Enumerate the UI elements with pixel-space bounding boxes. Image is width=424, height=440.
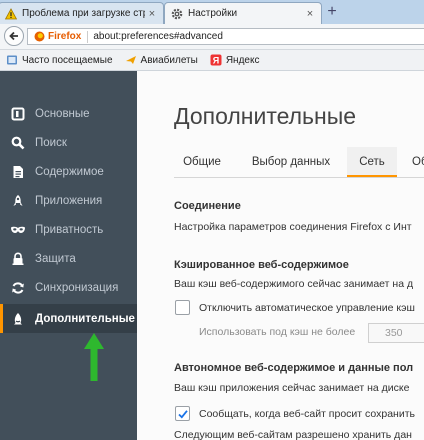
sidebar-item-sync[interactable]: Синхронизация [0, 273, 137, 302]
sidebar-item-label: Поиск [35, 136, 67, 149]
connection-heading: Соединение [174, 200, 241, 212]
sidebar-item-label: Дополнительные [35, 312, 135, 325]
cache-limit-label: Использовать под кэш не более [199, 326, 356, 338]
bookmark-folder-icon [6, 54, 18, 66]
url-text: about:preferences#advanced [93, 31, 223, 42]
search-icon [10, 135, 26, 151]
close-tab-icon[interactable]: × [147, 8, 157, 20]
connection-description: Настройка параметров соединения Firefox … [174, 221, 412, 233]
sidebar-item-content[interactable]: Содержимое [0, 157, 137, 186]
tab-general[interactable]: Общие [174, 147, 230, 177]
cache-size-input[interactable]: 350 [368, 323, 424, 343]
advanced-tabs: Общие Выбор данных Сеть Об [174, 147, 424, 178]
airplane-icon [125, 54, 137, 66]
offline-description: Ваш кэш приложения сейчас занимает на ди… [174, 382, 410, 394]
sidebar-item-privacy[interactable]: Приватность [0, 215, 137, 244]
sidebar-item-applications[interactable]: Приложения [0, 186, 137, 215]
back-arrow-icon [9, 31, 18, 41]
sidebar-item-general[interactable]: Основные [0, 99, 137, 128]
tab-network[interactable]: Сеть [347, 147, 397, 177]
preferences-content: Дополнительные Общие Выбор данных Сеть О… [137, 71, 424, 440]
sidebar-item-label: Содержимое [35, 165, 104, 178]
notify-offline-label: Сообщать, когда веб-сайт просит сохранит… [199, 408, 415, 420]
sidebar-item-label: Защита [35, 252, 76, 265]
divider [87, 30, 89, 43]
cache-description: Ваш кэш веб-содержимого сейчас занимает … [174, 278, 414, 290]
new-tab-button[interactable]: + [323, 3, 341, 21]
bookmark-most-visited[interactable]: Часто посещаемые [6, 54, 113, 66]
bookmark-label: Авиабилеты [140, 54, 198, 66]
tab-page-load-problem[interactable]: Проблема при загрузке стр × [0, 2, 164, 24]
tab-label: Настройки [188, 8, 238, 19]
annotation-arrow-icon [84, 333, 104, 381]
sidebar-item-advanced[interactable]: Дополнительные [0, 304, 137, 333]
security-lock-icon [10, 251, 26, 267]
sidebar-item-label: Основные [35, 107, 90, 120]
bookmark-avia[interactable]: Авиабилеты [125, 54, 198, 66]
cache-override-checkbox[interactable] [175, 300, 190, 315]
identity-box[interactable]: Firefox [34, 31, 81, 42]
bookmark-yandex[interactable]: Я Яндекс [210, 54, 260, 66]
general-icon [10, 106, 26, 122]
tab-strip: Проблема при загрузке стр × Настройки × … [0, 0, 424, 24]
tab-settings[interactable]: Настройки × [164, 2, 322, 24]
advanced-icon [10, 311, 26, 327]
preferences-sidebar: Основные Поиск Содержимое Приложения При… [0, 71, 137, 440]
tab-update[interactable]: Об [412, 147, 424, 177]
bookmark-label: Яндекс [225, 54, 260, 66]
close-tab-icon[interactable]: × [305, 8, 315, 20]
tab-data-choices[interactable]: Выбор данных [250, 147, 332, 177]
offline-allowed-text: Следующим веб-сайтам разрешено хранить д… [174, 429, 412, 440]
tab-label: Проблема при загрузке стр [22, 8, 145, 19]
identity-label: Firefox [48, 31, 82, 42]
navigation-toolbar: Firefox about:preferences#advanced [0, 24, 424, 50]
cache-heading: Кэшированное веб-содержимое [174, 259, 349, 271]
notify-offline-checkbox[interactable] [175, 406, 190, 421]
page-title: Дополнительные [174, 103, 357, 129]
content-icon [10, 164, 26, 180]
url-bar[interactable]: Firefox about:preferences#advanced [27, 28, 424, 45]
back-button[interactable] [4, 26, 24, 46]
checkmark-icon [177, 409, 188, 419]
privacy-mask-icon [10, 222, 26, 238]
applications-icon [10, 193, 26, 209]
sidebar-item-security[interactable]: Защита [0, 244, 137, 273]
sidebar-item-search[interactable]: Поиск [0, 128, 137, 157]
offline-heading: Автономное веб-содержимое и данные пол [174, 362, 414, 374]
gear-icon [171, 8, 183, 20]
sidebar-item-label: Приватность [35, 223, 104, 236]
svg-text:Я: Я [213, 56, 219, 66]
firefox-icon [34, 31, 45, 42]
cache-override-label: Отключить автоматическое управление кэш [199, 302, 415, 314]
bookmark-label: Часто посещаемые [22, 54, 113, 66]
warning-icon [5, 7, 17, 20]
sidebar-item-label: Приложения [35, 194, 103, 207]
yandex-icon: Я [210, 54, 222, 66]
sync-icon [10, 280, 26, 296]
sidebar-item-label: Синхронизация [35, 281, 119, 294]
bookmarks-toolbar: Часто посещаемые Авиабилеты Я Яндекс [0, 50, 424, 71]
